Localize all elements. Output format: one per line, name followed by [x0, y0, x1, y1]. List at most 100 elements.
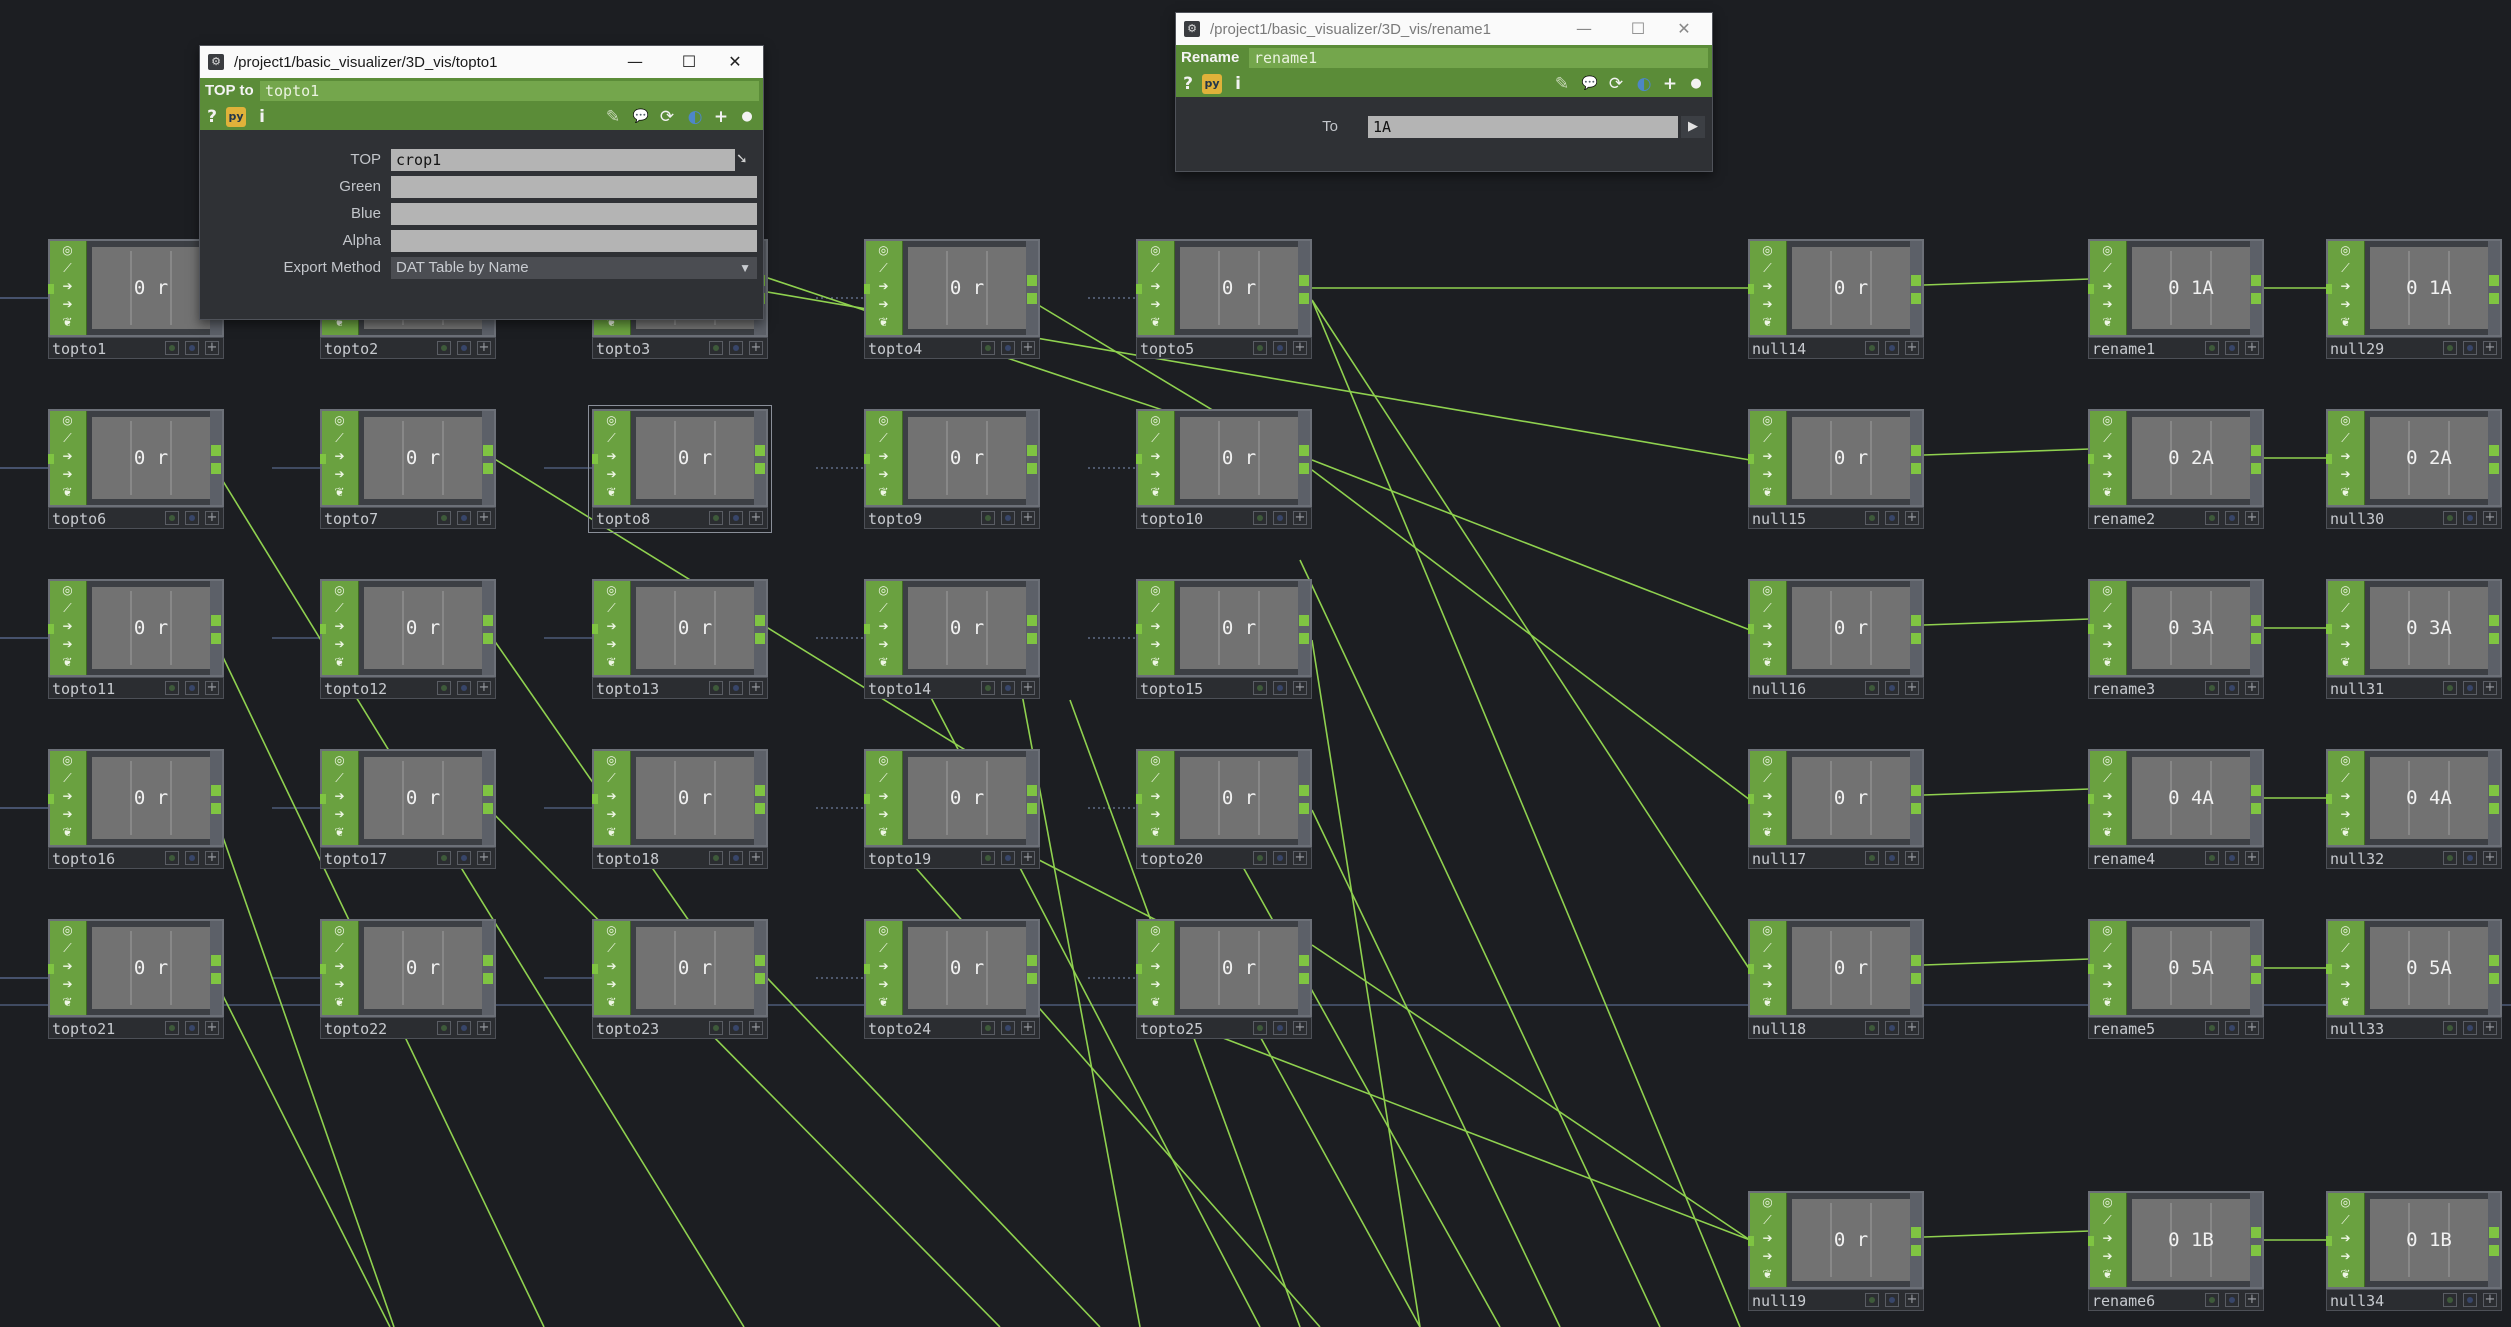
- node-body[interactable]: ◎ ⟋ ➔ ➔ ❦ 0 r: [1136, 409, 1312, 507]
- viewer-toggle-icon[interactable]: [981, 1021, 995, 1035]
- operator-node-rename6[interactable]: ◎ ⟋ ➔ ➔ ❦ 0 1B rename6 +: [2088, 1191, 2264, 1311]
- node-body[interactable]: ◎ ⟋ ➔ ➔ ❦ 0 r: [864, 579, 1040, 677]
- python-icon[interactable]: ◐: [685, 107, 705, 127]
- python-help-icon[interactable]: py: [226, 107, 246, 127]
- display-toggle-icon[interactable]: [457, 511, 471, 525]
- operator-node-topto16[interactable]: ◎ ⟋ ➔ ➔ ❦ 0 r topto16 +: [48, 749, 224, 869]
- viewer-toggle-icon[interactable]: [709, 341, 723, 355]
- bypass-icon[interactable]: ⟋: [1760, 261, 1775, 276]
- flag-icon[interactable]: ❦: [1148, 995, 1163, 1010]
- input-arrow-icon[interactable]: ➔: [2338, 1231, 2353, 1246]
- output-connector[interactable]: [2251, 463, 2261, 474]
- node-label[interactable]: null18: [1752, 1020, 1806, 1038]
- input-connector[interactable]: [1748, 624, 1754, 634]
- flag-icon[interactable]: ❦: [1148, 315, 1163, 330]
- input-connector[interactable]: [2088, 964, 2094, 974]
- input-arrow-icon[interactable]: ➔: [1148, 959, 1163, 974]
- display-toggle-icon[interactable]: [457, 341, 471, 355]
- node-label[interactable]: topto12: [324, 680, 387, 698]
- output-connector[interactable]: [2251, 615, 2261, 626]
- bypass-icon[interactable]: ⟋: [876, 771, 891, 786]
- add-icon[interactable]: +: [205, 1021, 219, 1035]
- node-body[interactable]: ◎ ⟋ ➔ ➔ ❦ 0 5A: [2088, 919, 2264, 1017]
- viewer-toggle-icon[interactable]: [165, 1021, 179, 1035]
- cook-icon[interactable]: ➔: [604, 467, 619, 482]
- add-icon[interactable]: +: [1021, 341, 1035, 355]
- viewer-toggle-icon[interactable]: [1253, 681, 1267, 695]
- dot-icon[interactable]: ●: [737, 107, 757, 127]
- output-connector[interactable]: [1911, 275, 1921, 286]
- output-connector[interactable]: [2489, 785, 2499, 796]
- node-label[interactable]: topto9: [868, 510, 922, 528]
- viewer-toggle-icon[interactable]: [981, 511, 995, 525]
- node-body[interactable]: ◎ ⟋ ➔ ➔ ❦ 0 r: [864, 919, 1040, 1017]
- display-toggle-icon[interactable]: [1001, 681, 1015, 695]
- operator-node-topto11[interactable]: ◎ ⟋ ➔ ➔ ❦ 0 r topto11 +: [48, 579, 224, 699]
- display-toggle-icon[interactable]: [2225, 341, 2239, 355]
- node-body[interactable]: ◎ ⟋ ➔ ➔ ❦ 0 r: [1136, 579, 1312, 677]
- input-arrow-icon[interactable]: ➔: [1760, 789, 1775, 804]
- add-icon[interactable]: +: [2483, 1021, 2497, 1035]
- output-connector[interactable]: [2489, 973, 2499, 984]
- output-connector[interactable]: [2489, 1245, 2499, 1256]
- viewer-toggle-icon[interactable]: [709, 681, 723, 695]
- node-body[interactable]: ◎ ⟋ ➔ ➔ ❦ 0 r: [1136, 749, 1312, 847]
- bypass-icon[interactable]: ⟋: [1148, 601, 1163, 616]
- viewer-toggle-icon[interactable]: [165, 851, 179, 865]
- input-connector[interactable]: [864, 794, 870, 804]
- add-icon[interactable]: +: [749, 1021, 763, 1035]
- bypass-icon[interactable]: ⟋: [2338, 261, 2353, 276]
- play-arrow-icon[interactable]: ▶: [1681, 116, 1705, 138]
- display-toggle-icon[interactable]: [2463, 511, 2477, 525]
- node-body[interactable]: ◎ ⟋ ➔ ➔ ❦ 0 r: [1748, 1191, 1924, 1289]
- cook-icon[interactable]: ➔: [2338, 977, 2353, 992]
- viewer-toggle-icon[interactable]: [2443, 341, 2457, 355]
- output-connector[interactable]: [1027, 973, 1037, 984]
- output-connector[interactable]: [1027, 445, 1037, 456]
- output-connector[interactable]: [211, 445, 221, 456]
- operator-node-topto6[interactable]: ◎ ⟋ ➔ ➔ ❦ 0 r topto6 +: [48, 409, 224, 529]
- flag-icon[interactable]: ❦: [60, 315, 75, 330]
- cook-icon[interactable]: ➔: [1760, 977, 1775, 992]
- flag-icon[interactable]: ❦: [2338, 655, 2353, 670]
- viewer-icon[interactable]: ◎: [2100, 923, 2115, 938]
- node-body[interactable]: ◎ ⟋ ➔ ➔ ❦ 0 1B: [2088, 1191, 2264, 1289]
- input-connector[interactable]: [592, 624, 598, 634]
- clone-icon[interactable]: ⟳: [657, 107, 677, 127]
- node-label[interactable]: topto5: [1140, 340, 1194, 358]
- viewer-toggle-icon[interactable]: [1865, 851, 1879, 865]
- input-arrow-icon[interactable]: ➔: [2100, 619, 2115, 634]
- display-toggle-icon[interactable]: [2225, 851, 2239, 865]
- cook-icon[interactable]: ➔: [1760, 467, 1775, 482]
- operator-node-topto20[interactable]: ◎ ⟋ ➔ ➔ ❦ 0 r topto20 +: [1136, 749, 1312, 869]
- display-toggle-icon[interactable]: [1273, 1021, 1287, 1035]
- output-connector[interactable]: [1027, 293, 1037, 304]
- viewer-icon[interactable]: ◎: [876, 413, 891, 428]
- input-arrow-icon[interactable]: ➔: [1760, 279, 1775, 294]
- input-connector[interactable]: [2088, 1236, 2094, 1246]
- flag-icon[interactable]: ❦: [876, 995, 891, 1010]
- output-connector[interactable]: [2251, 293, 2261, 304]
- node-label[interactable]: null34: [2330, 1292, 2384, 1310]
- node-body[interactable]: ◎ ⟋ ➔ ➔ ❦ 0 5A: [2326, 919, 2502, 1017]
- cook-icon[interactable]: ➔: [1760, 297, 1775, 312]
- output-connector[interactable]: [1299, 633, 1309, 644]
- flag-icon[interactable]: ❦: [876, 315, 891, 330]
- output-connector[interactable]: [1299, 785, 1309, 796]
- node-body[interactable]: ◎ ⟋ ➔ ➔ ❦ 0 r: [1748, 749, 1924, 847]
- node-label[interactable]: rename6: [2092, 1292, 2155, 1310]
- bypass-icon[interactable]: ⟋: [1148, 431, 1163, 446]
- output-connector[interactable]: [1027, 633, 1037, 644]
- viewer-toggle-icon[interactable]: [1253, 851, 1267, 865]
- flag-icon[interactable]: ❦: [604, 995, 619, 1010]
- input-connector[interactable]: [1748, 1236, 1754, 1246]
- output-connector[interactable]: [1911, 1245, 1921, 1256]
- display-toggle-icon[interactable]: [729, 511, 743, 525]
- operator-node-topto18[interactable]: ◎ ⟋ ➔ ➔ ❦ 0 r topto18 +: [592, 749, 768, 869]
- viewer-icon[interactable]: ◎: [876, 583, 891, 598]
- output-connector[interactable]: [2251, 1245, 2261, 1256]
- input-connector[interactable]: [592, 964, 598, 974]
- viewer-icon[interactable]: ◎: [1760, 583, 1775, 598]
- display-toggle-icon[interactable]: [2463, 1293, 2477, 1307]
- output-connector[interactable]: [1027, 615, 1037, 626]
